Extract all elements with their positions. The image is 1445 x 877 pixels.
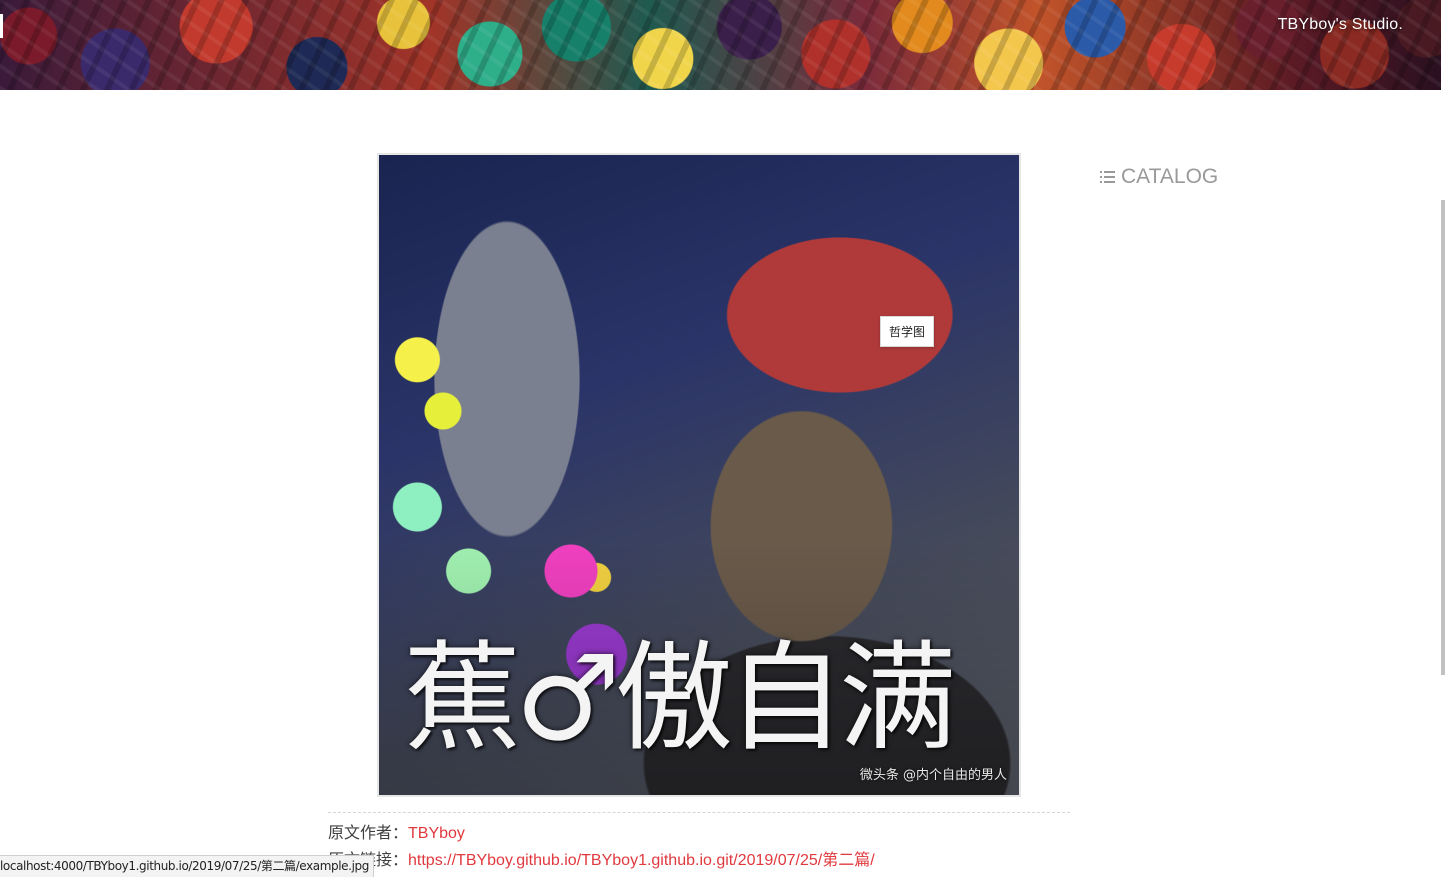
post-divider [328,812,1070,813]
header-banner [0,0,1441,90]
page-scrollbar[interactable] [1441,0,1445,876]
post-permalink[interactable]: https://TBYboy.github.io/TBYboy1.github.… [408,852,875,869]
browser-status-bar: localhost:4000/TBYboy1.github.io/2019/07… [0,855,374,877]
site-brand-link[interactable]: TBYboy's Studio. [1278,16,1403,34]
image-caption-text: 蕉♂傲自满 [403,629,957,767]
catalog-heading[interactable]: CATALOG [1100,165,1218,189]
scrollbar-thumb[interactable] [1441,200,1445,675]
list-icon [1100,170,1115,184]
image-tooltip: 哲学图 [880,316,935,347]
post-image[interactable]: 蕉♂傲自满 微头条 @内个自由的男人 [377,153,1021,797]
image-watermark: 微头条 @内个自由的男人 [859,768,1007,783]
author-link[interactable]: TBYboy [408,825,465,842]
post-author-row: 原文作者：TBYboy [328,819,465,843]
menu-toggle-icon[interactable] [0,14,3,38]
author-key: 原文作者： [328,823,409,842]
post-link-row: 原文链接：https://TBYboy.github.io/TBYboy1.gi… [328,846,875,870]
catalog-label: CATALOG [1121,165,1219,188]
